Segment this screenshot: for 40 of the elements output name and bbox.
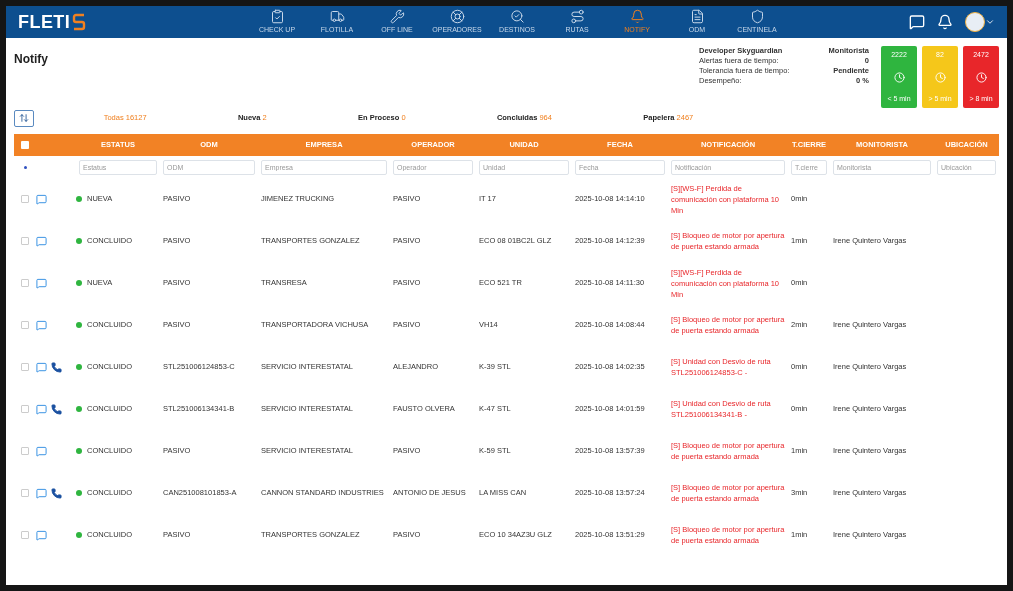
nav-icon xyxy=(449,8,465,24)
sort-icon xyxy=(19,113,29,123)
comment-icon[interactable] xyxy=(36,235,47,247)
row-checkbox[interactable] xyxy=(21,531,29,539)
nav-icon xyxy=(329,8,345,24)
chat-icon[interactable] xyxy=(909,14,925,30)
nav-icon xyxy=(569,8,585,24)
row-checkbox[interactable] xyxy=(21,405,29,413)
avatar[interactable] xyxy=(965,12,985,32)
logo-icon xyxy=(72,12,87,32)
caret-icon[interactable] xyxy=(985,17,995,27)
row-checkbox[interactable] xyxy=(21,489,29,497)
phone-icon[interactable] xyxy=(51,487,62,499)
nav-icon xyxy=(269,8,285,24)
row-checkbox[interactable] xyxy=(21,363,29,371)
comment-icon[interactable] xyxy=(36,445,47,457)
clock-icon xyxy=(893,71,905,83)
nav-icon xyxy=(629,8,645,24)
logo-text: FLETI xyxy=(18,10,71,34)
comment-icon[interactable] xyxy=(36,277,47,289)
row-checkbox[interactable] xyxy=(21,279,29,287)
sort-button[interactable] xyxy=(14,109,34,127)
nav-icon xyxy=(389,8,405,24)
comment-icon[interactable] xyxy=(36,319,47,331)
nav-icon xyxy=(749,8,765,24)
row-checkbox[interactable] xyxy=(21,447,29,455)
nav-icon xyxy=(509,8,525,24)
row-checkbox[interactable] xyxy=(21,195,29,203)
nav-icon xyxy=(689,8,705,24)
clock-icon xyxy=(975,71,987,83)
comment-icon[interactable] xyxy=(36,529,47,541)
phone-icon[interactable] xyxy=(51,361,62,373)
notification-icon[interactable] xyxy=(937,14,953,30)
phone-icon[interactable] xyxy=(51,403,62,415)
page-title: Notify xyxy=(14,52,48,66)
select-all-checkbox[interactable] xyxy=(21,141,29,149)
row-checkbox[interactable] xyxy=(21,237,29,245)
comment-icon[interactable] xyxy=(36,193,47,205)
row-checkbox[interactable] xyxy=(21,321,29,329)
clock-icon xyxy=(934,71,946,83)
